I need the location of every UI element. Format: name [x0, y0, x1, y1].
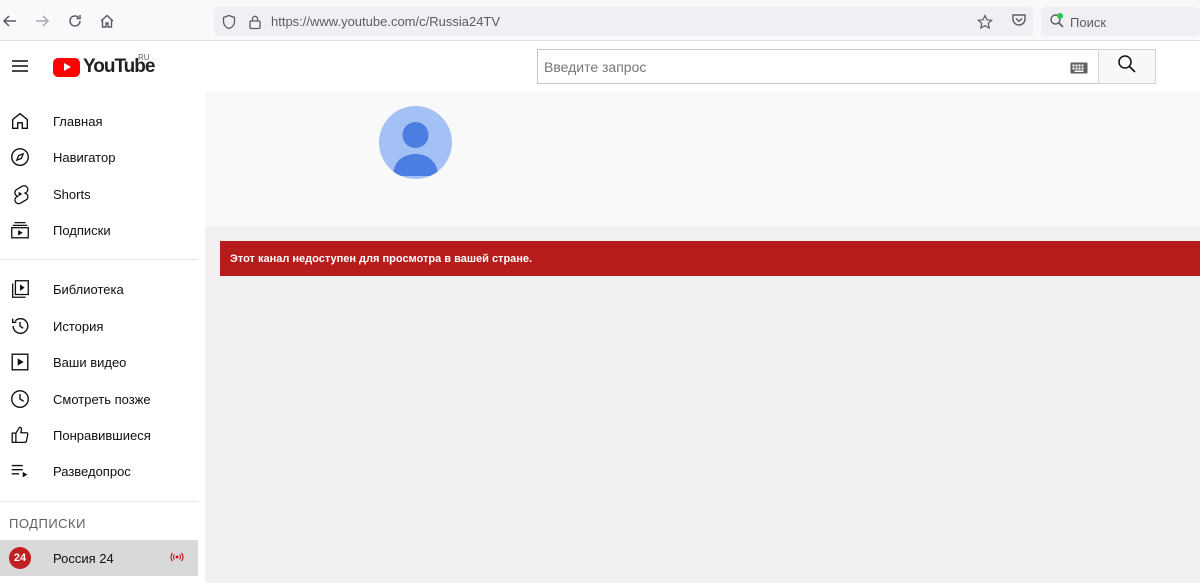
lock-icon[interactable]	[246, 13, 264, 31]
sidebar-item-label: Главная	[53, 113, 103, 129]
sidebar-divider	[0, 259, 198, 260]
channel-header	[205, 92, 1200, 226]
reload-icon[interactable]	[65, 11, 85, 31]
sidebar-item-your-videos[interactable]: Ваши видео	[0, 344, 198, 380]
browser-toolbar: https://www.youtube.com/c/Russia24TV Пои…	[0, 0, 1200, 41]
search-button[interactable]	[1098, 49, 1156, 84]
alert-message: Этот канал недоступен для просмотра в ва…	[230, 252, 533, 265]
sidebar-item-watch-later[interactable]: Смотреть позже	[0, 381, 198, 417]
sidebar-divider	[0, 501, 198, 502]
sidebar-item-subscriptions[interactable]: Подписки	[0, 212, 198, 248]
compass-icon	[8, 145, 32, 169]
subscriptions-section-title: ПОДПИСКИ	[9, 516, 86, 531]
forward-arrow-icon[interactable]	[32, 11, 52, 31]
url-text[interactable]: https://www.youtube.com/c/Russia24TV	[271, 14, 500, 29]
shield-icon[interactable]	[220, 13, 238, 31]
sidebar: Главная Навигатор Shorts Подписки Библио…	[0, 92, 205, 583]
sidebar-item-label: История	[53, 318, 104, 334]
subscription-item-russia24[interactable]: 24 Россия 24	[0, 540, 198, 576]
browser-search-bar[interactable]: Поиск	[1041, 7, 1200, 36]
bookmark-star-icon[interactable]	[976, 13, 994, 31]
thumbs-up-icon	[8, 423, 32, 447]
main-content: Этот канал недоступен для просмотра в ва…	[205, 92, 1200, 583]
sidebar-item-liked[interactable]: Понравившиеся	[0, 417, 198, 453]
sidebar-item-label: Подписки	[53, 222, 111, 238]
sidebar-item-label: Смотреть позже	[53, 391, 151, 407]
home-icon	[8, 109, 32, 133]
address-bar[interactable]: https://www.youtube.com/c/Russia24TV	[214, 7, 1033, 36]
back-arrow-icon[interactable]	[0, 11, 20, 31]
search-icon	[1117, 54, 1137, 79]
your-videos-icon	[8, 350, 32, 374]
sidebar-item-explore[interactable]: Навигатор	[0, 139, 198, 175]
country-code: RU	[138, 53, 150, 62]
sidebar-item-label: Библиотека	[53, 281, 124, 297]
youtube-header: YouTube RU Введите запрос	[0, 41, 1200, 92]
channel-avatar: 24	[9, 547, 31, 569]
sidebar-item-label: Понравившиеся	[53, 427, 151, 443]
search-engine-icon	[1049, 13, 1065, 34]
menu-icon[interactable]	[8, 54, 32, 78]
browser-search-placeholder: Поиск	[1070, 15, 1107, 30]
live-broadcast-icon	[170, 552, 184, 565]
sidebar-item-history[interactable]: История	[0, 308, 198, 344]
sidebar-item-label: Навигатор	[53, 149, 116, 165]
home-icon[interactable]	[97, 11, 117, 31]
pocket-icon[interactable]	[1010, 11, 1030, 31]
watch-later-icon	[8, 387, 32, 411]
youtube-play-icon	[53, 57, 80, 77]
keyboard-icon[interactable]	[1070, 61, 1088, 74]
shorts-icon	[8, 182, 32, 206]
default-avatar-icon	[379, 106, 452, 179]
history-icon	[8, 314, 32, 338]
sidebar-item-label: Ваши видео	[53, 354, 127, 370]
sidebar-item-label: Разведопрос	[53, 463, 131, 479]
search-placeholder: Введите запрос	[544, 59, 647, 75]
channel-unavailable-alert: Этот канал недоступен для просмотра в ва…	[220, 241, 1200, 276]
search-input[interactable]: Введите запрос	[537, 49, 1099, 84]
playlist-icon	[8, 459, 32, 483]
sidebar-item-library[interactable]: Библиотека	[0, 271, 198, 307]
subscription-label: Россия 24	[53, 550, 114, 566]
sidebar-item-label: Shorts	[53, 186, 91, 202]
library-icon	[8, 277, 32, 301]
sidebar-item-home[interactable]: Главная	[0, 103, 198, 139]
sidebar-item-playlist[interactable]: Разведопрос	[0, 453, 198, 489]
subscriptions-icon	[8, 218, 32, 242]
sidebar-item-shorts[interactable]: Shorts	[0, 176, 198, 212]
